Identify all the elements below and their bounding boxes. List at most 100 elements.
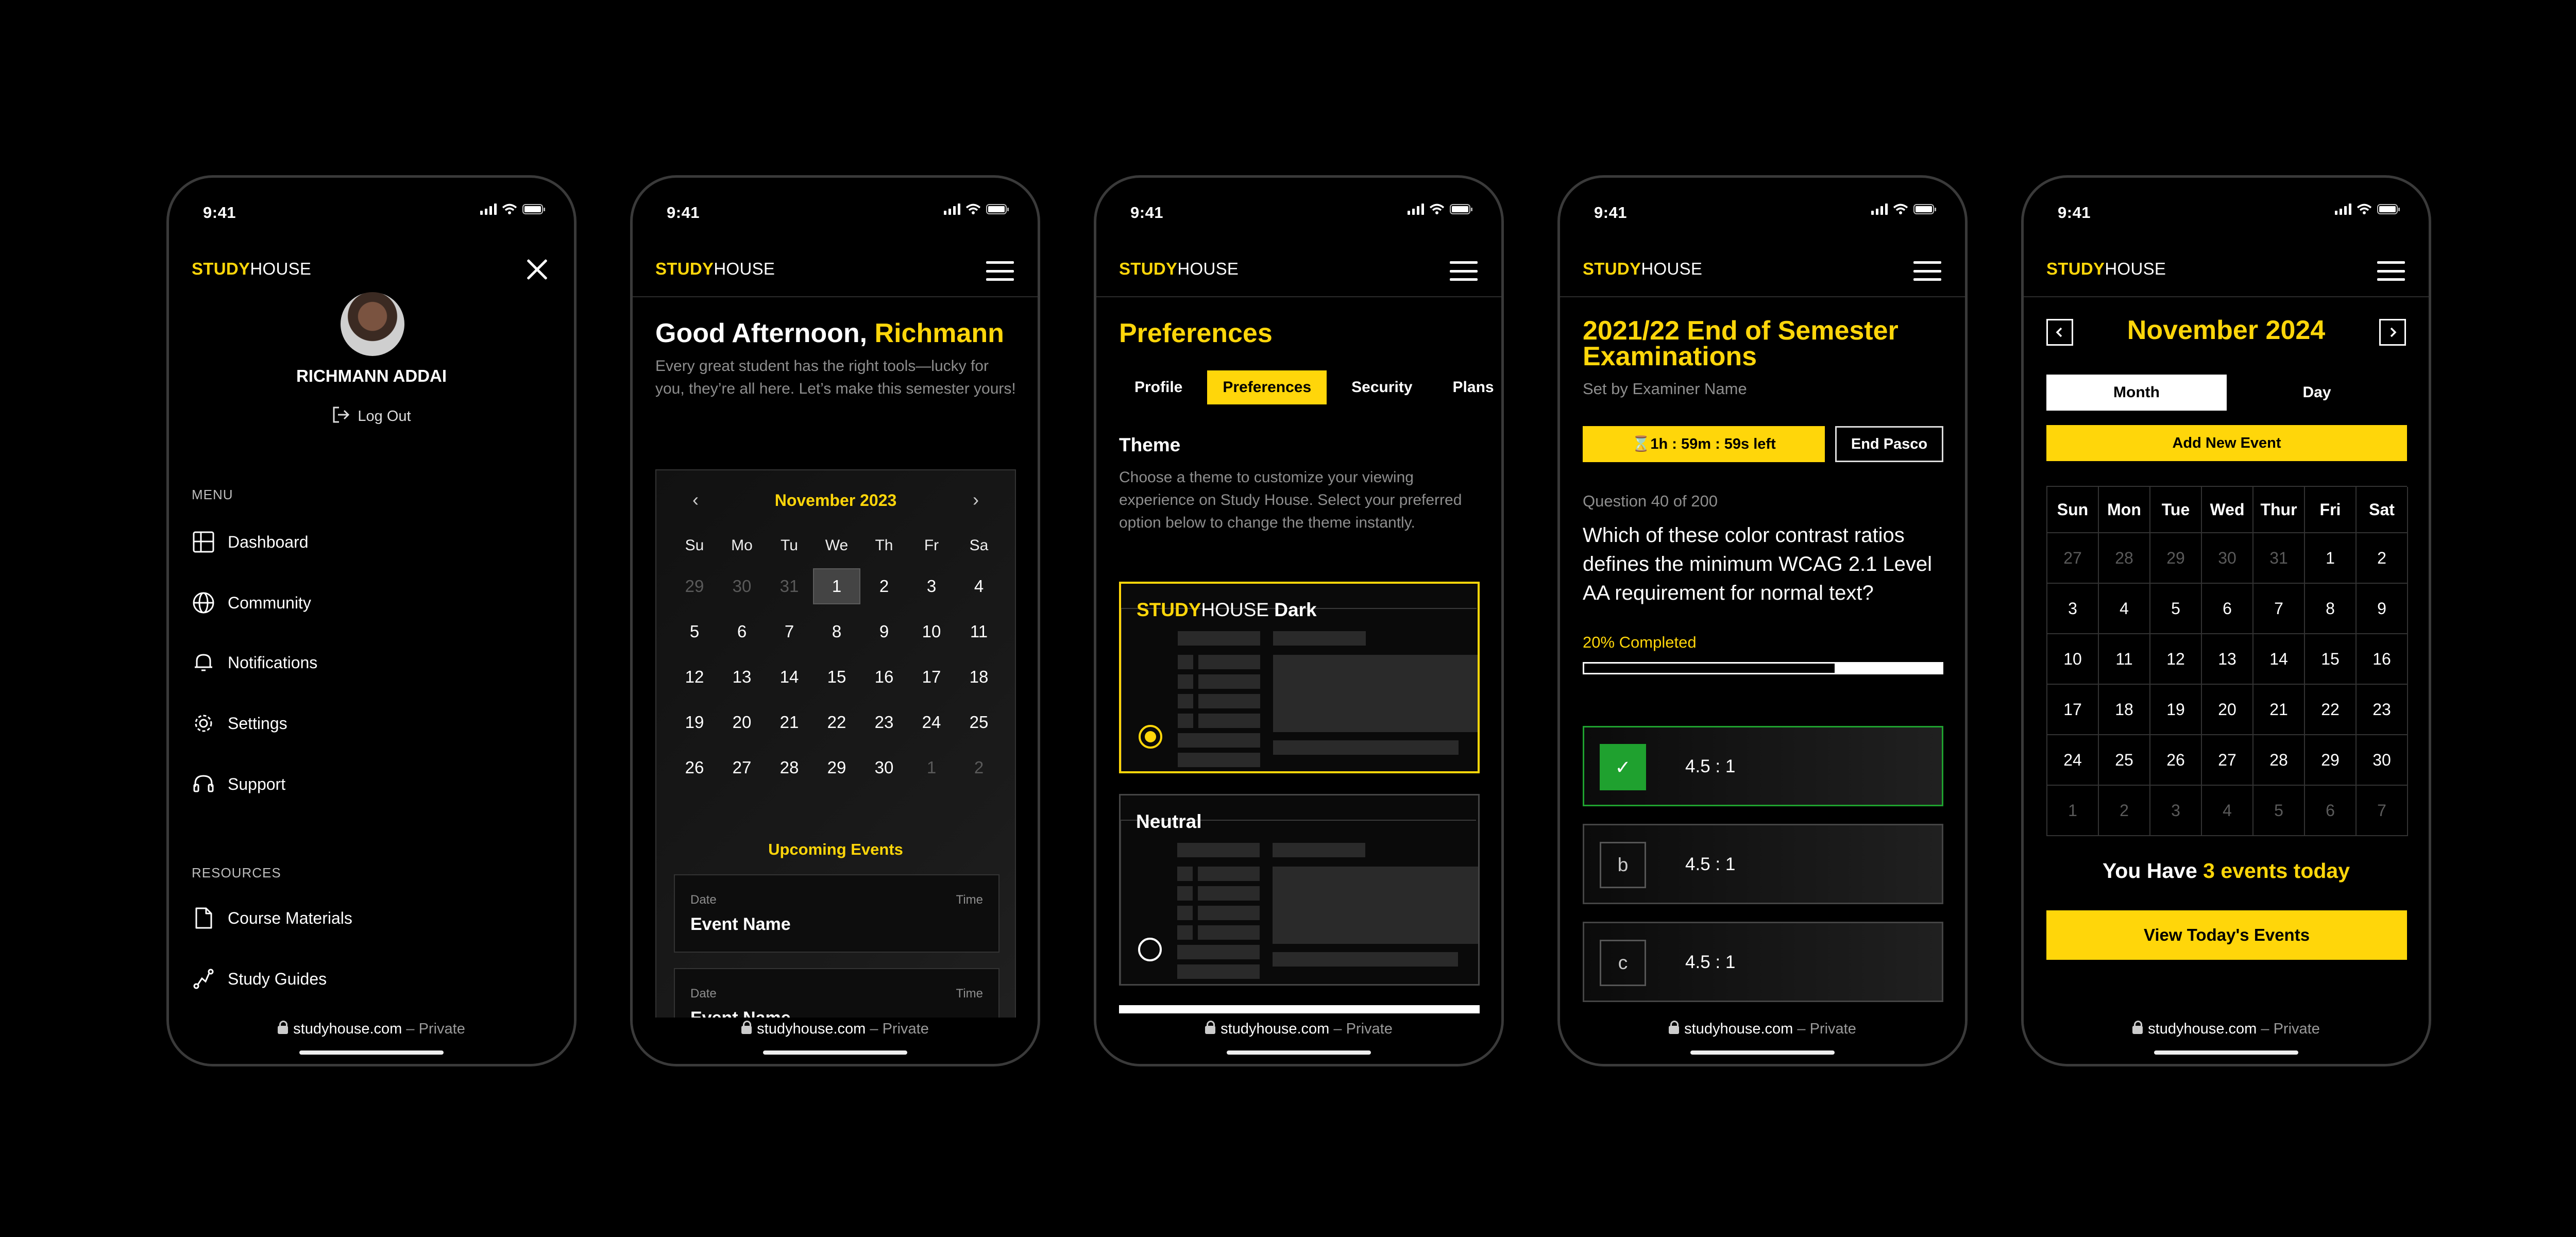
home-indicator[interactable] (2154, 1050, 2298, 1055)
url-bar[interactable]: studyhouse.com – Private (169, 1021, 574, 1038)
calendar-day[interactable]: 17 (908, 659, 955, 695)
calendar-day-cell[interactable]: 1 (2305, 533, 2357, 584)
calendar-day-cell[interactable]: 15 (2305, 634, 2357, 685)
calendar-day-cell[interactable]: 13 (2202, 634, 2253, 685)
view-month-button[interactable]: Month (2046, 375, 2227, 411)
calendar-day[interactable]: 10 (908, 614, 955, 650)
calendar-day-cell[interactable]: 23 (2357, 685, 2408, 735)
calendar-day[interactable]: 14 (766, 659, 813, 695)
calendar-day-cell[interactable]: 22 (2305, 685, 2357, 735)
url-bar[interactable]: studyhouse.com – Private (633, 1021, 1038, 1038)
calendar-day[interactable]: 4 (955, 568, 1003, 604)
nav-item-dashboard[interactable]: Dashboard (192, 530, 309, 554)
tab-profile[interactable]: Profile (1119, 370, 1198, 404)
calendar-day[interactable]: 29 (671, 568, 718, 604)
home-indicator[interactable] (1690, 1050, 1835, 1055)
calendar-day[interactable]: 28 (766, 750, 813, 786)
calendar-day-cell[interactable]: 28 (2253, 735, 2305, 786)
view-day-button[interactable]: Day (2227, 375, 2407, 411)
calendar-day[interactable]: 7 (766, 614, 813, 650)
calendar-day-cell[interactable]: 7 (2253, 584, 2305, 634)
studyhouse-logo[interactable]: STUDYHOUSE (1583, 259, 1702, 279)
calendar-day[interactable]: 11 (955, 614, 1003, 650)
calendar-day-cell[interactable]: 7 (2357, 786, 2408, 836)
tab-preferences[interactable]: Preferences (1207, 370, 1327, 404)
calendar-day-cell[interactable]: 31 (2253, 533, 2305, 584)
calendar-day[interactable]: 3 (908, 568, 955, 604)
calendar-day-cell[interactable]: 3 (2047, 584, 2099, 634)
calendar-day-cell[interactable]: 12 (2150, 634, 2202, 685)
calendar-day[interactable]: 13 (718, 659, 766, 695)
close-icon[interactable] (526, 258, 548, 281)
studyhouse-logo[interactable]: STUDYHOUSE (1119, 259, 1239, 279)
calendar-day[interactable]: 22 (813, 704, 860, 740)
url-bar[interactable]: studyhouse.com – Private (2024, 1021, 2429, 1038)
next-month-chevron-icon[interactable]: › (973, 489, 979, 511)
end-pasco-button[interactable]: End Pasco (1835, 426, 1943, 462)
calendar-day-cell[interactable]: 8 (2305, 584, 2357, 634)
calendar-day-cell[interactable]: 11 (2099, 634, 2150, 685)
calendar-day[interactable]: 19 (671, 704, 718, 740)
calendar-day[interactable]: 16 (860, 659, 908, 695)
hamburger-menu-icon[interactable] (1450, 261, 1478, 281)
calendar-day-cell[interactable]: 28 (2099, 533, 2150, 584)
calendar-day-cell[interactable]: 20 (2202, 685, 2253, 735)
home-indicator[interactable] (763, 1050, 907, 1055)
calendar-day-cell[interactable]: 5 (2150, 584, 2202, 634)
hamburger-menu-icon[interactable] (1913, 261, 1941, 281)
tab-security[interactable]: Security (1336, 370, 1428, 404)
calendar-day-cell[interactable]: 17 (2047, 685, 2099, 735)
theme-dark-radio[interactable] (1139, 725, 1162, 749)
nav-item-community[interactable]: Community (192, 591, 311, 615)
add-new-event-button[interactable]: Add New Event (2046, 425, 2407, 461)
answer-option-c[interactable]: c 4.5 : 1 (1583, 922, 1943, 1002)
calendar-day-cell[interactable]: 1 (2047, 786, 2099, 836)
nav-item-settings[interactable]: Settings (192, 711, 287, 735)
hamburger-menu-icon[interactable] (2377, 261, 2405, 281)
url-bar[interactable]: studyhouse.com – Private (1096, 1021, 1501, 1038)
calendar-day[interactable]: 2 (860, 568, 908, 604)
next-month-button[interactable] (2379, 319, 2406, 346)
answer-option-a[interactable]: ✓ 4.5 : 1 (1583, 726, 1943, 806)
calendar-day-cell[interactable]: 19 (2150, 685, 2202, 735)
calendar-day[interactable]: 26 (671, 750, 718, 786)
calendar-day[interactable]: 21 (766, 704, 813, 740)
calendar-day-cell[interactable]: 27 (2202, 735, 2253, 786)
calendar-day[interactable]: 9 (860, 614, 908, 650)
hamburger-menu-icon[interactable] (986, 261, 1014, 281)
calendar-day-cell[interactable]: 26 (2150, 735, 2202, 786)
home-indicator[interactable] (1227, 1050, 1371, 1055)
tab-plans[interactable]: Plans (1437, 370, 1501, 404)
calendar-day[interactable]: 1 (813, 568, 860, 604)
calendar-day-cell[interactable]: 27 (2047, 533, 2099, 584)
calendar-day[interactable]: 30 (860, 750, 908, 786)
calendar-day-cell[interactable]: 25 (2099, 735, 2150, 786)
calendar-day[interactable]: 27 (718, 750, 766, 786)
calendar-day-cell[interactable]: 9 (2357, 584, 2408, 634)
home-indicator[interactable] (299, 1050, 444, 1055)
calendar-day[interactable]: 18 (955, 659, 1003, 695)
calendar-day[interactable]: 12 (671, 659, 718, 695)
calendar-day-cell[interactable]: 30 (2357, 735, 2408, 786)
theme-neutral-radio[interactable] (1138, 938, 1162, 961)
calendar-day-cell[interactable]: 3 (2150, 786, 2202, 836)
studyhouse-logo[interactable]: STUDYHOUSE (655, 259, 775, 279)
calendar-day-cell[interactable]: 30 (2202, 533, 2253, 584)
calendar-day[interactable]: 6 (718, 614, 766, 650)
calendar-day-cell[interactable]: 24 (2047, 735, 2099, 786)
calendar-day-cell[interactable]: 29 (2305, 735, 2357, 786)
studyhouse-logo[interactable]: STUDYHOUSE (2046, 259, 2166, 279)
answer-option-b[interactable]: b 4.5 : 1 (1583, 824, 1943, 904)
calendar-day[interactable]: 30 (718, 568, 766, 604)
calendar-day-cell[interactable]: 14 (2253, 634, 2305, 685)
calendar-day-cell[interactable]: 6 (2202, 584, 2253, 634)
theme-option-dark[interactable]: STUDYHOUSE Dark (1119, 582, 1480, 773)
calendar-day[interactable]: 29 (813, 750, 860, 786)
calendar-day-cell[interactable]: 21 (2253, 685, 2305, 735)
calendar-day-cell[interactable]: 5 (2253, 786, 2305, 836)
view-todays-events-button[interactable]: View Today's Events (2046, 910, 2407, 960)
calendar-day-cell[interactable]: 10 (2047, 634, 2099, 685)
calendar-day[interactable]: 15 (813, 659, 860, 695)
calendar-day[interactable]: 23 (860, 704, 908, 740)
logout-button[interactable]: Log Out (169, 405, 574, 425)
